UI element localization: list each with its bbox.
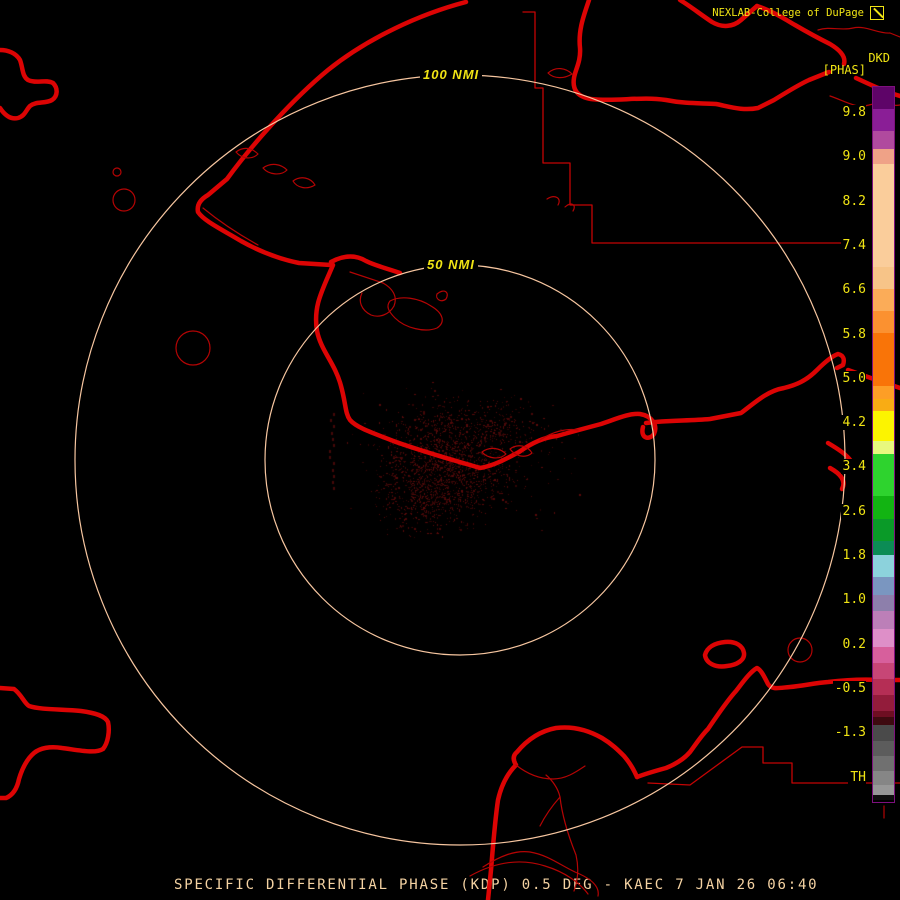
colorbar-segment (873, 756, 894, 771)
colorbar-segment (873, 717, 894, 725)
colorbar-segment (873, 311, 894, 333)
colorbar-segment (873, 386, 894, 399)
colorbar-tick-label: 3.4 (840, 459, 866, 475)
colorbar-segment (873, 795, 894, 800)
coastline-thick (643, 351, 847, 426)
colorbar-segment (873, 454, 894, 496)
colorbar-segment (873, 629, 894, 647)
colorbar-segment (873, 595, 894, 611)
colorbar-tick-label: 9.8 (840, 105, 866, 120)
shoreline-detail-thin (202, 207, 259, 246)
colorbar-segment (873, 519, 894, 541)
coastline-thick (825, 440, 854, 464)
colorbar-segment (873, 131, 894, 149)
colorbar-segment (873, 399, 894, 411)
base-map (0, 0, 900, 900)
shoreline-detail-thin (482, 851, 599, 897)
colorbar-segment (873, 87, 894, 109)
colorbar-tick-label: 5.0 (840, 370, 866, 386)
colorbar-tick-label: 7.4 (840, 237, 866, 253)
shoreline-detail-thin (292, 177, 316, 189)
shoreline-detail-thin (481, 447, 507, 459)
colorbar-segment (873, 647, 894, 663)
cod-logo-icon (870, 6, 884, 20)
colorbar-tick-label: 6.6 (840, 282, 866, 298)
colorbar-segment (873, 577, 894, 595)
colorbar-segment (873, 441, 894, 454)
shoreline-detail-thin (112, 167, 122, 177)
product-id-label: DKD (868, 51, 890, 65)
coastline-thick (195, 0, 469, 268)
colorbar-tick-label: 1.0 (840, 592, 866, 608)
colorbar-tick-label: 9.0 (840, 149, 866, 165)
colorbar-segment (873, 541, 894, 555)
colorbar-tick-label: 4.2 (840, 415, 866, 431)
shoreline-detail-thin (112, 188, 136, 212)
colorbar-segment (873, 164, 894, 267)
colorbar-tick-label: -0.5 (832, 680, 866, 696)
colorbar-segment (873, 611, 894, 629)
colorbar-segment (873, 741, 894, 756)
product-units-label: [PHAS] (822, 63, 866, 77)
coastline-thick (0, 47, 59, 121)
colorbar-segment (873, 109, 894, 131)
shoreline-detail-thin (817, 26, 900, 38)
ring-label: 100 NMI (420, 67, 483, 82)
shoreline-detail-thin (547, 68, 573, 79)
colorbar-tick-label: 8.2 (840, 193, 866, 209)
colorbar-segment (873, 496, 894, 519)
shoreline-detail-thin (515, 764, 586, 780)
colorbar-tick-label: 0.2 (840, 636, 866, 652)
colorbar-segment (873, 289, 894, 311)
color-scale-bar (872, 86, 895, 803)
nexlab-title: NEXLAB-College of DuPage (712, 7, 864, 19)
coastline-thick (328, 254, 403, 276)
cod-logo-diagonal (873, 7, 884, 19)
coastline-thick (0, 685, 112, 801)
colorbar-segment (873, 333, 894, 386)
ring-label: 50 NMI (424, 257, 478, 272)
colorbar-segment (873, 411, 894, 441)
shoreline-detail-thin (436, 290, 448, 302)
colorbar-segment (873, 785, 894, 795)
colorbar-segment (873, 555, 894, 577)
coastline-thick (313, 262, 658, 471)
colorbar-segment (873, 695, 894, 711)
colorbar-tick-label: -1.3 (832, 725, 866, 741)
colorbar-segment (873, 771, 894, 785)
colorbar-tick-label: 5.8 (840, 326, 866, 342)
boundary-thin (522, 11, 846, 244)
shoreline-detail-thin (387, 297, 443, 331)
shoreline-detail-thin (175, 330, 211, 366)
colorbar-segment (873, 663, 894, 679)
shoreline-detail-thin (539, 796, 561, 827)
colorbar-tick-label: TH (848, 769, 866, 785)
colorbar-tick-label: 1.8 (840, 548, 866, 563)
colorbar-tick-label: 2.6 (840, 503, 866, 519)
colorbar-segment (873, 267, 894, 289)
colorbar-segment (873, 679, 894, 695)
coastline-thick (702, 639, 747, 669)
shoreline-detail-thin (262, 163, 288, 175)
colorbar-segment (873, 149, 894, 164)
radar-viewer: SPECIFIC DIFFERENTIAL PHASE (KDP) 0.5 DE… (0, 0, 900, 900)
colorbar-segment (873, 725, 894, 741)
